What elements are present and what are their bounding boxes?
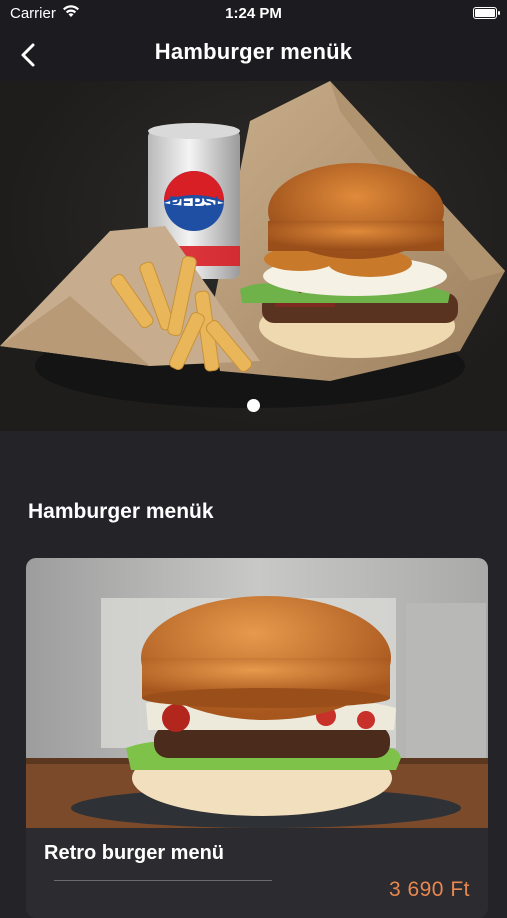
menu-item-photo [26,558,488,828]
navigation-bar: Hamburger menük [0,28,507,81]
menu-item-info: Retro burger menü 3 690 Ft [26,828,488,918]
battery-icon [473,7,500,19]
status-bar: Carrier 1:24 PM [0,0,507,28]
clock: 1:24 PM [225,5,282,22]
menu-item-card[interactable]: Retro burger menü 3 690 Ft [26,558,488,918]
hero-carousel[interactable]: PEPSI [0,81,507,431]
svg-text:PEPSI: PEPSI [169,193,219,212]
carousel-page-indicator[interactable] [247,399,260,412]
burger-image [26,558,488,828]
page-title: Hamburger menük [154,39,353,64]
hero-image: PEPSI [0,81,505,408]
menu-item-name: Retro burger menü [44,842,225,864]
menu-item-price: 3 690 Ft [388,878,470,901]
section-title: Hamburger menük [28,500,214,523]
divider [54,880,272,881]
